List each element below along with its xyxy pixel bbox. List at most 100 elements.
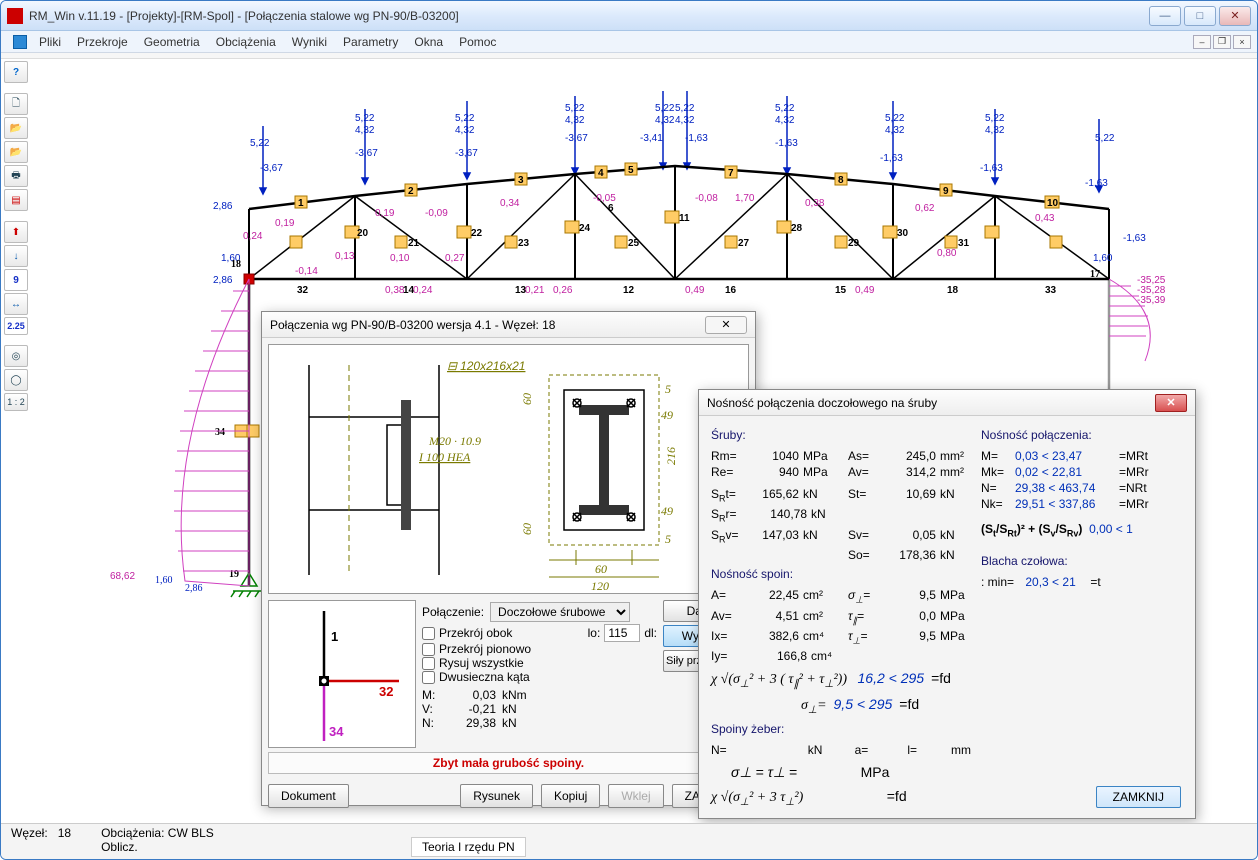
number-button-9[interactable]: 9: [4, 269, 28, 291]
svg-text:-3,67: -3,67: [355, 148, 378, 159]
svg-text:11: 11: [679, 213, 690, 224]
svg-text:2,86: 2,86: [213, 275, 233, 286]
lo-label: lo:: [588, 626, 601, 640]
svg-text:0,24: 0,24: [413, 285, 433, 296]
svg-text:34: 34: [329, 724, 344, 739]
menu-okna[interactable]: Okna: [406, 33, 451, 51]
svg-text:28: 28: [791, 223, 803, 234]
svg-text:60: 60: [595, 562, 607, 576]
chk-przekroj-obok[interactable]: [422, 627, 435, 640]
ellipse-icon[interactable]: ◯: [4, 369, 28, 391]
app-icon: [7, 8, 23, 24]
dokument-button[interactable]: Dokument: [268, 784, 349, 808]
mdi-min-button[interactable]: –: [1193, 35, 1211, 49]
mdi-close-button[interactable]: ×: [1233, 35, 1251, 49]
capacity-dialog-title[interactable]: Nośność połączenia doczołowego na śruby …: [699, 390, 1195, 416]
menu-pomoc[interactable]: Pomoc: [451, 33, 504, 51]
capacity-dialog: Nośność połączenia doczołowego na śruby …: [698, 389, 1196, 819]
svg-text:0,27: 0,27: [445, 253, 465, 264]
svg-text:29: 29: [848, 238, 860, 249]
open-folder-icon[interactable]: 📂: [4, 117, 28, 139]
svg-text:0,13: 0,13: [335, 251, 355, 262]
nosnosc-pol-header: Nośność połączenia:: [981, 428, 1183, 442]
menu-pliki[interactable]: Pliki: [31, 33, 69, 51]
svg-text:-0,09: -0,09: [425, 208, 448, 219]
svg-text:0,19: 0,19: [275, 218, 295, 229]
menu-parametry[interactable]: Parametry: [335, 33, 406, 51]
svg-text:4,32: 4,32: [455, 125, 475, 136]
svg-text:120: 120: [591, 579, 609, 593]
svg-text:14: 14: [403, 285, 415, 296]
svg-text:34: 34: [215, 427, 225, 438]
wklej-button[interactable]: Wklej: [608, 784, 663, 808]
svg-text:⊟ 120x216x21: ⊟ 120x216x21: [447, 359, 525, 373]
svg-text:1,60: 1,60: [155, 575, 173, 586]
rysunek-button[interactable]: Rysunek: [460, 784, 533, 808]
svg-text:5: 5: [665, 532, 671, 546]
open-folder-2-icon[interactable]: 📂: [4, 141, 28, 163]
nosnosc-spoin-header: Nośność spoin:: [711, 567, 971, 581]
span-width-icon[interactable]: ↔: [4, 293, 28, 315]
dialog2-zamknij-button[interactable]: ZAMKNIJ: [1096, 786, 1181, 808]
kopiuj-button[interactable]: Kopiuj: [541, 784, 600, 808]
svg-text:2,86: 2,86: [213, 201, 233, 212]
connection-dialog-title[interactable]: Połączenia wg PN-90/B-03200 wersja 4.1 -…: [262, 312, 755, 338]
svg-text:27: 27: [738, 238, 750, 249]
number-button-225[interactable]: 2.25: [4, 317, 28, 335]
svg-text:18: 18: [947, 285, 959, 296]
svg-text:5,22: 5,22: [885, 113, 905, 124]
connection-type-select[interactable]: Doczołowe śrubowe: [490, 602, 630, 622]
main-window: RM_Win v.11.19 - [Projekty]-[RM-Spol] - …: [0, 0, 1258, 860]
titlebar: RM_Win v.11.19 - [Projekty]-[RM-Spol] - …: [1, 1, 1257, 31]
chk-rysuj-wszystkie[interactable]: [422, 657, 435, 670]
svg-text:49: 49: [661, 504, 673, 518]
svg-text:18: 18: [231, 259, 241, 270]
svg-text:33: 33: [1045, 285, 1057, 296]
print-icon[interactable]: 🖶: [4, 165, 28, 187]
warning-message: Zbyt mała grubość spoiny.: [268, 752, 749, 774]
dialog2-close-icon[interactable]: ✕: [1155, 394, 1187, 412]
zoom-ratio-button[interactable]: 1 : 2: [4, 393, 28, 411]
theory-label: Teoria I rzędu PN: [411, 837, 526, 857]
svg-text:5,22: 5,22: [1095, 133, 1115, 144]
svg-text:1: 1: [298, 198, 304, 209]
maximize-button[interactable]: □: [1184, 6, 1216, 26]
svg-text:2: 2: [408, 186, 414, 197]
svg-text:22: 22: [471, 228, 483, 239]
arrow-down-icon[interactable]: ↓: [4, 245, 28, 267]
menu-geometria[interactable]: Geometria: [136, 33, 208, 51]
svg-text:17: 17: [1090, 269, 1100, 280]
dialog1-close-icon[interactable]: ✕: [705, 316, 747, 334]
new-file-icon[interactable]: 🗋: [4, 93, 28, 115]
menu-przekroje[interactable]: Przekroje: [69, 33, 136, 51]
mdi-doc-icon[interactable]: [13, 35, 27, 49]
svg-text:0,49: 0,49: [855, 285, 875, 296]
svg-text:49: 49: [661, 408, 673, 422]
menu-wyniki[interactable]: Wyniki: [284, 33, 335, 51]
svg-text:0,43: 0,43: [1035, 213, 1055, 224]
export-icon[interactable]: ▤: [4, 189, 28, 211]
help-icon[interactable]: ?: [4, 61, 28, 83]
svg-text:15: 15: [835, 285, 847, 296]
target-icon[interactable]: ◎: [4, 345, 28, 367]
svg-text:20: 20: [357, 228, 369, 239]
dialog2-title-text: Nośność połączenia doczołowego na śruby: [707, 396, 937, 410]
svg-text:0,26: 0,26: [553, 285, 573, 296]
menu-obciazenia[interactable]: Obciążenia: [208, 33, 284, 51]
mdi-restore-button[interactable]: ❐: [1213, 35, 1231, 49]
lo-input[interactable]: [604, 624, 640, 642]
svg-text:16: 16: [725, 285, 737, 296]
svg-text:0,38: 0,38: [385, 285, 405, 296]
load-tool-icon[interactable]: ⬆: [4, 221, 28, 243]
minimize-button[interactable]: —: [1149, 6, 1181, 26]
svg-text:23: 23: [518, 238, 530, 249]
menubar: Pliki Przekroje Geometria Obciążenia Wyn…: [1, 31, 1257, 53]
chk-przekroj-pionowo[interactable]: [422, 643, 435, 656]
close-button[interactable]: ✕: [1219, 6, 1251, 26]
svg-text:5,22: 5,22: [655, 103, 675, 114]
toolbar-strip: [1, 53, 1257, 59]
svg-text:31: 31: [958, 238, 970, 249]
svg-text:-1,63: -1,63: [980, 163, 1003, 174]
chk-dwusieczna[interactable]: [422, 671, 435, 684]
svg-text:24: 24: [579, 223, 591, 234]
